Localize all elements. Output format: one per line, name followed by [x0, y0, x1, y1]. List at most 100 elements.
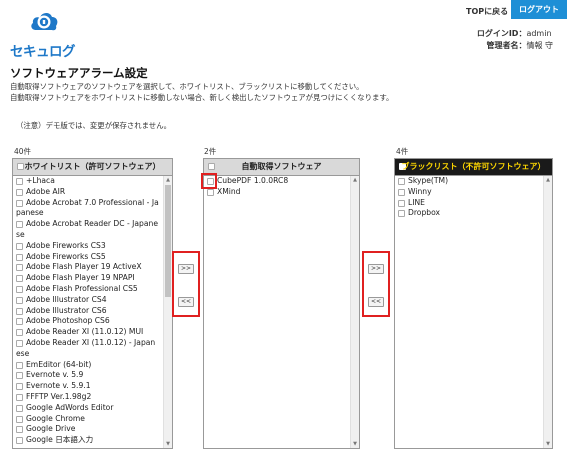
scroll-up-arrow-icon[interactable]: ▲	[544, 176, 552, 184]
item-checkbox[interactable]	[16, 372, 23, 380]
auto-scrollbar[interactable]: ▲ ▼	[350, 176, 359, 448]
item-checkbox[interactable]	[207, 188, 214, 196]
list-item[interactable]: Adobe Fireworks CS3	[13, 241, 163, 252]
item-checkbox[interactable]	[16, 383, 23, 391]
item-label: Adobe Acrobat Reader DC - Japane	[26, 219, 158, 229]
auto-panel: 自動取得ソフトウェア CubePDF 1.0.0RC8 XMind ▲ ▼	[203, 158, 360, 449]
item-checkbox[interactable]	[16, 437, 23, 445]
list-item[interactable]: Google Drive	[13, 424, 163, 435]
login-id-label: ログインID：	[476, 29, 527, 38]
list-item[interactable]: Adobe Acrobat 7.0 Professional - Ja	[13, 198, 163, 209]
item-checkbox[interactable]	[16, 242, 23, 250]
item-checkbox[interactable]	[16, 188, 23, 196]
list-item[interactable]: Winny	[395, 187, 543, 198]
item-checkbox[interactable]	[16, 275, 23, 283]
item-checkbox[interactable]	[398, 178, 405, 185]
move-from-whitelist-button[interactable]: <<	[178, 297, 194, 307]
item-checkbox[interactable]	[16, 253, 23, 261]
item-label: Google 日本語入力	[26, 435, 94, 445]
scroll-down-arrow-icon[interactable]: ▼	[351, 440, 359, 448]
scroll-up-arrow-icon[interactable]: ▲	[351, 176, 359, 184]
item-checkbox[interactable]	[16, 361, 23, 369]
item-checkbox[interactable]	[16, 393, 23, 401]
item-checkbox[interactable]	[16, 307, 23, 315]
list-item[interactable]: panese	[13, 208, 163, 219]
item-label: EmEditor (64-bit)	[26, 359, 92, 369]
list-item[interactable]: Adobe Flash Player 19 ActiveX	[13, 262, 163, 273]
whitelist-scrollbar[interactable]: ▲ ▼	[163, 176, 172, 448]
list-item[interactable]: Adobe Reader XI (11.0.12) MUI	[13, 327, 163, 338]
list-item[interactable]: FFFTP Ver.1.98g2	[13, 392, 163, 403]
list-item[interactable]: +Lhaca	[13, 176, 163, 187]
scroll-up-arrow-icon[interactable]: ▲	[164, 176, 172, 184]
description-line: 自動取得ソフトウェアのソフトウェアを選択して、ホワイトリスト、ブラックリストに移…	[10, 82, 364, 91]
list-item[interactable]: Evernote v. 5.9	[13, 370, 163, 381]
blacklist-title: ブラックリスト（不許可ソフトウェア）	[401, 162, 546, 171]
logo: セキュログ	[10, 6, 80, 60]
item-checkbox[interactable]	[16, 296, 23, 304]
list-item[interactable]: Dropbox	[395, 208, 543, 219]
list-item[interactable]: Adobe Illustrator CS4	[13, 295, 163, 306]
item-checkbox[interactable]	[16, 178, 23, 185]
item-checkbox[interactable]	[16, 285, 23, 293]
list-item[interactable]: Google Chrome	[13, 414, 163, 425]
list-item[interactable]: Adobe Reader XI (11.0.12) - Japan	[13, 338, 163, 349]
item-label: Winny	[408, 186, 432, 196]
item-checkbox[interactable]	[16, 329, 23, 337]
item-label: Adobe Illustrator CS6	[26, 305, 107, 315]
brand-name: セキュログ	[10, 44, 76, 60]
scroll-down-arrow-icon[interactable]: ▼	[164, 440, 172, 448]
item-checkbox[interactable]	[16, 221, 23, 229]
item-checkbox[interactable]	[398, 199, 405, 207]
item-checkbox[interactable]	[16, 339, 23, 347]
admin-name-row: 管理者名：情報 守	[464, 40, 553, 52]
list-item[interactable]: Adobe Fireworks CS5	[13, 252, 163, 263]
list-item[interactable]: Google AdWords Editor	[13, 403, 163, 414]
whitelist-list[interactable]: +Lhaca Adobe AIR Adobe Acrobat 7.0 Profess…	[13, 176, 163, 448]
item-label: se	[16, 229, 25, 239]
list-item[interactable]: Evernote v. 5.9.1	[13, 381, 163, 392]
blacklist-scrollbar[interactable]: ▲ ▼	[543, 176, 552, 448]
list-item[interactable]: ese	[13, 349, 163, 360]
list-item[interactable]: Google 日本語入力	[13, 435, 163, 446]
logout-button[interactable]: ログアウト	[511, 0, 567, 19]
item-checkbox[interactable]	[398, 188, 405, 196]
move-from-blacklist-button[interactable]: <<	[368, 297, 384, 307]
list-item[interactable]: Adobe Flash Professional CS5	[13, 284, 163, 295]
list-item[interactable]: EmEditor (64-bit)	[13, 360, 163, 371]
list-item[interactable]: Adobe Flash Player 19 NPAPI	[13, 273, 163, 284]
item-checkbox[interactable]	[16, 426, 23, 434]
item-checkbox[interactable]	[398, 210, 405, 218]
scroll-down-arrow-icon[interactable]: ▼	[544, 440, 552, 448]
move-to-blacklist-button[interactable]: >>	[368, 264, 384, 274]
auto-list[interactable]: CubePDF 1.0.0RC8 XMind	[204, 176, 350, 448]
item-label: Adobe Reader XI (11.0.12) MUI	[26, 327, 144, 337]
item-label: Dropbox	[408, 208, 440, 218]
list-item[interactable]: Adobe Illustrator CS6	[13, 306, 163, 317]
list-item[interactable]: Skype(TM)	[395, 176, 543, 187]
top-link[interactable]: TOPに戻る	[466, 6, 508, 17]
move-to-whitelist-button[interactable]: >>	[178, 264, 194, 274]
item-label: Adobe Flash Player 19 NPAPI	[26, 273, 135, 283]
blacklist-header: ブラックリスト（不許可ソフトウェア）	[395, 159, 552, 176]
auto-title: 自動取得ソフトウェア	[241, 162, 322, 171]
item-label: FFFTP Ver.1.98g2	[26, 391, 92, 401]
item-label: LINE	[408, 197, 425, 207]
item-checkbox[interactable]	[16, 415, 23, 423]
item-checkbox[interactable]	[16, 264, 23, 272]
description-line: 自動取得ソフトウェアをホワイトリストに移動しない場合、新しく検出したソフトウェア…	[10, 92, 394, 102]
demo-note: （注意）デモ版では、変更が保存されません。	[16, 121, 171, 130]
item-checkbox[interactable]	[16, 318, 23, 326]
login-id-row: ログインID：admin	[464, 28, 553, 40]
blacklist-list[interactable]: Skype(TM) Winny LINE Dropbox	[395, 176, 543, 448]
scroll-thumb[interactable]	[165, 185, 171, 297]
list-item[interactable]: Adobe Photoshop CS6	[13, 316, 163, 327]
list-item[interactable]: LINE	[395, 198, 543, 209]
item-checkbox[interactable]	[16, 404, 23, 412]
list-item[interactable]: se	[13, 230, 163, 241]
list-item[interactable]: XMind	[204, 187, 350, 198]
list-item[interactable]: Adobe AIR	[13, 187, 163, 198]
list-item[interactable]: CubePDF 1.0.0RC8	[204, 176, 350, 187]
list-item[interactable]: Adobe Acrobat Reader DC - Japane	[13, 219, 163, 230]
item-checkbox[interactable]	[16, 199, 23, 207]
